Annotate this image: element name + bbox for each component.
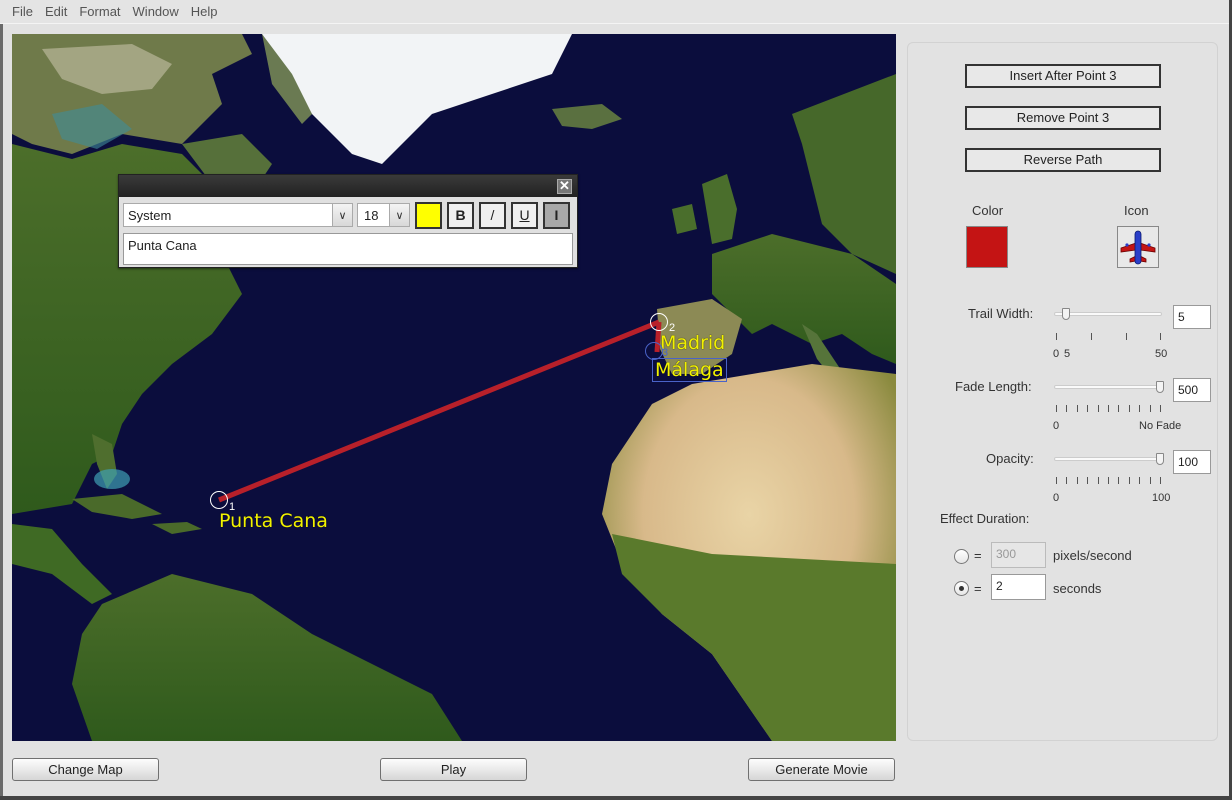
route-point-3-label-selected[interactable]: Málaga [652, 358, 727, 382]
route-segment-1-2 [218, 319, 660, 503]
speed-mode-radio[interactable] [954, 549, 969, 564]
text-background-toggle-button[interactable]: I [543, 201, 570, 229]
text-editor-titlebar[interactable]: ✕ [119, 175, 577, 197]
opacity-input[interactable]: 100 [1173, 450, 1211, 474]
play-button[interactable]: Play [380, 758, 527, 781]
tick [1087, 477, 1089, 484]
chevron-down-icon[interactable]: ∨ [332, 204, 352, 226]
fade-length-slider-thumb[interactable] [1156, 381, 1164, 393]
underline-button[interactable]: U [511, 201, 538, 229]
trail-color-swatch[interactable] [966, 226, 1008, 268]
tick [1056, 333, 1057, 340]
tick [1066, 405, 1068, 412]
change-map-button[interactable]: Change Map [12, 758, 159, 781]
tick [1056, 405, 1057, 412]
menu-help[interactable]: Help [185, 4, 224, 19]
icon-label: Icon [1124, 203, 1149, 218]
italic-button[interactable]: / [479, 201, 506, 229]
color-label: Color [972, 203, 1004, 218]
tick [1076, 477, 1078, 484]
menu-format[interactable]: Format [73, 4, 126, 19]
opacity-min-label: 0 [1053, 492, 1060, 504]
fade-length-input[interactable]: 500 [1173, 378, 1211, 402]
tick [1108, 405, 1109, 412]
trail-icon-picker[interactable] [1117, 226, 1159, 268]
route-point-2-marker[interactable] [650, 313, 668, 331]
label-text-input[interactable]: Punta Cana [123, 233, 573, 265]
tick [1091, 333, 1092, 340]
tick [1128, 405, 1130, 412]
seconds-unit-label: seconds [1053, 581, 1102, 596]
tick [1118, 477, 1120, 484]
effect-duration-label: Effect Duration: [940, 511, 1030, 526]
window-left-border [0, 24, 3, 800]
trail-width-slider-thumb[interactable] [1062, 308, 1071, 320]
airplane-icon [1120, 230, 1156, 265]
opacity-slider-thumb[interactable] [1156, 453, 1164, 465]
generate-movie-button[interactable]: Generate Movie [748, 758, 895, 781]
opacity-label: Opacity: [986, 451, 1034, 466]
route-point-1-marker[interactable] [210, 491, 228, 509]
font-family-select[interactable]: System ∨ [123, 203, 353, 227]
equals-sign: = [974, 581, 982, 596]
tick [1087, 405, 1089, 412]
tick [1097, 477, 1099, 484]
menu-file[interactable]: File [6, 4, 39, 19]
speed-input[interactable]: 300 [991, 542, 1046, 568]
tick [1160, 333, 1161, 340]
bold-button[interactable]: B [447, 201, 474, 229]
trail-width-max-label: 50 [1155, 348, 1168, 360]
tick [1160, 405, 1161, 412]
reverse-path-button[interactable]: Reverse Path [965, 148, 1161, 172]
opacity-slider[interactable] [1054, 457, 1162, 461]
trail-width-min-label: 0 [1053, 348, 1060, 360]
tick [1139, 477, 1141, 484]
tick [1108, 477, 1109, 484]
opacity-max-label: 100 [1152, 492, 1171, 504]
route-point-1-label[interactable]: Punta Cana [219, 510, 328, 532]
fade-length-min-label: 0 [1053, 420, 1060, 432]
menu-bar: File Edit Format Window Help [0, 0, 1232, 24]
tick [1097, 405, 1099, 412]
trail-width-slider[interactable] [1054, 312, 1162, 316]
chevron-down-icon[interactable]: ∨ [389, 204, 409, 226]
tick [1149, 477, 1151, 484]
seconds-mode-radio[interactable] [954, 581, 969, 596]
font-size-select[interactable]: 18 ∨ [357, 203, 410, 227]
label-text-editor: ✕ System ∨ 18 ∨ B / U I Punta Cana [118, 174, 578, 268]
menu-window[interactable]: Window [127, 4, 185, 19]
equals-sign: = [974, 548, 982, 563]
tick [1056, 477, 1057, 484]
remove-point-button[interactable]: Remove Point 3 [965, 106, 1161, 130]
window-bottom-border [0, 796, 1232, 800]
trail-width-input[interactable]: 5 [1173, 305, 1211, 329]
tick [1149, 405, 1151, 412]
tick [1139, 405, 1141, 412]
font-family-value: System [128, 207, 172, 223]
tick [1128, 477, 1130, 484]
tick [1160, 477, 1161, 484]
trail-width-label: Trail Width: [968, 306, 1034, 321]
trail-width-mark-label: 5 [1064, 348, 1071, 360]
fade-length-max-label: No Fade [1139, 420, 1182, 432]
tick [1076, 405, 1078, 412]
close-icon[interactable]: ✕ [557, 179, 572, 194]
text-color-button[interactable] [415, 201, 442, 229]
map-canvas[interactable]: 1 Punta Cana 2 Madrid 3 Málaga [12, 34, 896, 741]
tick [1126, 333, 1127, 340]
fade-length-slider[interactable] [1054, 385, 1162, 389]
seconds-input[interactable]: 2 [991, 574, 1046, 600]
font-size-value: 18 [364, 207, 379, 223]
route-point-2-label[interactable]: Madrid [660, 332, 725, 354]
map-land-image [12, 34, 896, 741]
insert-after-point-button[interactable]: Insert After Point 3 [965, 64, 1161, 88]
fade-length-label: Fade Length: [955, 379, 1032, 394]
properties-panel [907, 42, 1218, 741]
menu-edit[interactable]: Edit [39, 4, 73, 19]
tick [1118, 405, 1120, 412]
tick [1066, 477, 1068, 484]
speed-unit-label: pixels/second [1053, 548, 1132, 563]
